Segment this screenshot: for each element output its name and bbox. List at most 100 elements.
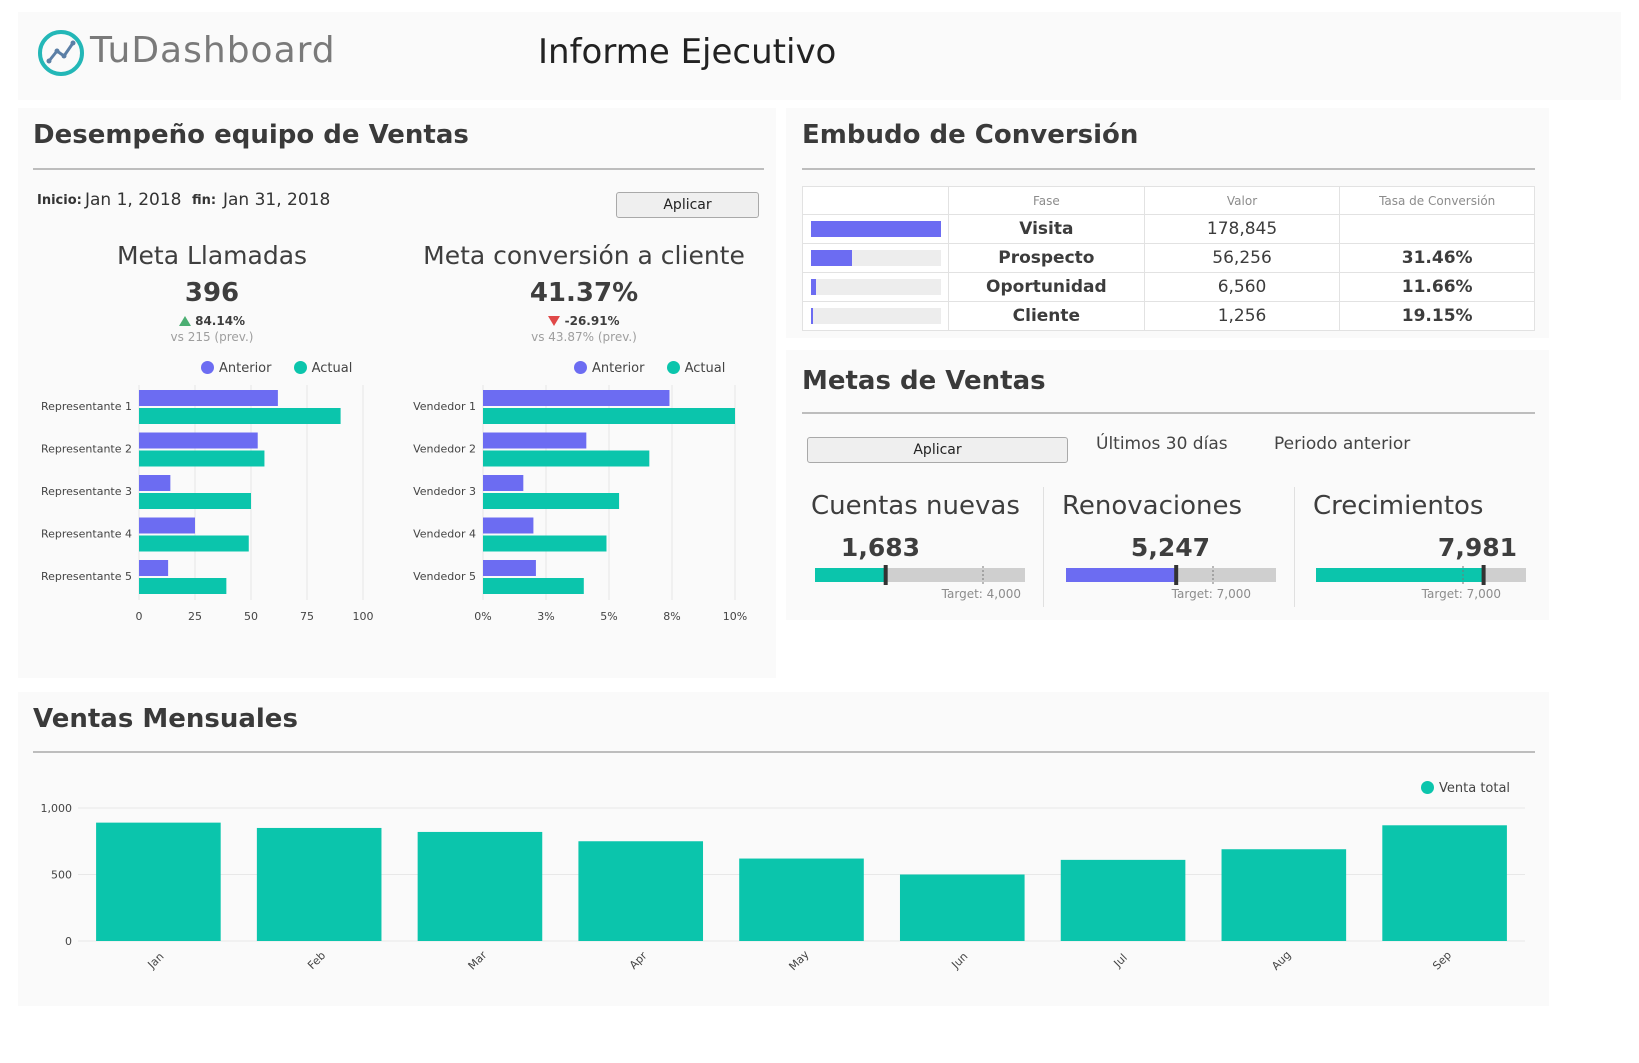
kpi-calls-value: 396 (184, 278, 240, 308)
bar-anterior (139, 432, 258, 449)
legend-label-actual: Actual (684, 361, 726, 376)
monthly-divider (33, 751, 1535, 753)
category-label: Vendedor 5 (413, 570, 476, 583)
sales-team-divider (33, 168, 764, 170)
funnel-value: 178,845 (1143, 214, 1341, 244)
conversion-bar-chart: 0% 3% 5% 8% 10% Vendedor 1 Vendedor 2 Vendedor … (413, 385, 747, 623)
conversion-chart-legend: Anterior Actual (574, 361, 743, 376)
legend-item-actual: Actual (293, 361, 353, 376)
funnel-header-row: Fase Valor Tasa de Conversión (802, 186, 1535, 215)
x-tick-label: 25 (188, 610, 202, 623)
apply-dates-button[interactable]: Aplicar (616, 192, 759, 218)
goal-bullet-growth (1316, 565, 1526, 585)
bar-anterior (483, 560, 536, 576)
bar-actual (139, 450, 265, 467)
goal-target-growth: Target: 7,000 (1421, 587, 1501, 601)
monthly-legend: Venta total (1421, 781, 1510, 796)
bar-actual (139, 408, 341, 424)
legend-item-anterior: Anterior (574, 361, 644, 376)
goal-value-growth: 7,981 (1437, 533, 1517, 562)
bar-anterior (139, 517, 195, 534)
funnel-phase: Oportunidad (947, 272, 1145, 302)
category-label: Vendedor 3 (413, 485, 476, 498)
bar-actual (483, 450, 650, 467)
bar-anterior (139, 390, 278, 406)
funnel-bar-fill (811, 221, 941, 237)
category-label: Representante 5 (41, 570, 132, 583)
bar-actual (483, 578, 584, 594)
end-date-field[interactable]: Jan 31, 2018 (223, 190, 330, 210)
category-label: Vendedor 2 (413, 443, 476, 456)
funnel-header-phase: Fase (947, 186, 1145, 215)
month-bar (1221, 849, 1347, 941)
goal-value-renewals: 5,247 (1130, 533, 1210, 562)
month-bar (1060, 859, 1186, 941)
funnel-row: Cliente 1,256 19.15% (802, 301, 1535, 331)
funnel-bar-track (811, 308, 941, 324)
goals-separator-1 (1043, 487, 1044, 607)
goal-target-renewals: Target: 7,000 (1171, 587, 1251, 601)
goal-progress (1066, 568, 1177, 582)
x-tick-label: Mar (466, 948, 490, 972)
goal-current-marker (1174, 565, 1179, 585)
month-bar (96, 822, 221, 941)
start-date-field[interactable]: Jan 1, 2018 (85, 190, 182, 210)
x-tick-label: 10% (723, 610, 747, 623)
period-previous-option[interactable]: Periodo anterior (1274, 434, 1410, 454)
x-tick-label: 0% (474, 610, 491, 623)
funnel-header-rate: Tasa de Conversión (1339, 186, 1535, 215)
funnel-bar-cell (802, 301, 949, 331)
funnel-rate: 19.15% (1339, 301, 1535, 331)
bar-actual (139, 535, 249, 552)
month-bar (256, 827, 382, 941)
x-tick-label: Apr (627, 949, 650, 972)
goal-title-growth: Crecimientos (1313, 491, 1484, 521)
bar-actual (139, 493, 251, 509)
bar-anterior (483, 390, 670, 406)
category-label: Representante 1 (41, 400, 132, 413)
y-tick-label: 0 (65, 935, 72, 948)
x-tick-label: 5% (600, 610, 617, 623)
logo-icon (38, 30, 84, 76)
funnel-value: 56,256 (1143, 243, 1341, 273)
bar-actual (483, 493, 620, 509)
funnel-bar-cell (802, 243, 949, 273)
apply-goals-button[interactable]: Aplicar (807, 437, 1068, 463)
funnel-bar-fill (811, 250, 852, 266)
goal-current-marker (1481, 565, 1486, 585)
period-current-option[interactable]: Últimos 30 días (1096, 434, 1228, 454)
x-tick-label: 75 (300, 610, 314, 623)
funnel-row: Visita 178,845 (802, 214, 1535, 244)
legend-label-actual: Actual (311, 361, 353, 376)
bar-anterior (483, 475, 524, 491)
kpi-calls-prev: vs 215 (prev.) (170, 330, 254, 344)
kpi-conversion-value: 41.37% (529, 278, 639, 308)
legend-item-actual: Actual (666, 361, 726, 376)
x-tick-label: 50 (244, 610, 258, 623)
goal-progress (1316, 568, 1484, 582)
goal-current-marker (883, 565, 888, 585)
category-label: Representante 3 (41, 485, 132, 498)
sales-goals-title: Metas de Ventas (802, 366, 1046, 396)
funnel-phase: Visita (947, 214, 1145, 244)
kpi-conversion-change: -26.91% (414, 314, 754, 328)
kpi-conversion-prev: vs 43.87% (prev.) (531, 330, 637, 344)
funnel-row: Oportunidad 6,560 11.66% (802, 272, 1535, 302)
funnel-bar-track (811, 221, 941, 237)
bar-actual (483, 408, 735, 424)
funnel-rate (1339, 214, 1535, 244)
legend-label-anterior: Anterior (592, 361, 645, 376)
kpi-calls-title: Meta Llamadas (116, 241, 308, 270)
category-label: Representante 4 (41, 528, 132, 541)
funnel-bar-fill (811, 279, 816, 295)
kpi-calls-change-value: 84.14% (195, 314, 246, 328)
funnel-bar-cell (802, 214, 949, 244)
end-label: fin: (192, 193, 217, 208)
bar-actual (483, 535, 607, 552)
funnel-bar-fill (811, 308, 813, 324)
bar-anterior (139, 560, 169, 576)
legend-item-anterior: Anterior (201, 361, 271, 376)
y-tick-label: 500 (51, 869, 72, 882)
month-bar (739, 858, 864, 941)
calls-chart-legend: Anterior Actual (201, 361, 370, 376)
